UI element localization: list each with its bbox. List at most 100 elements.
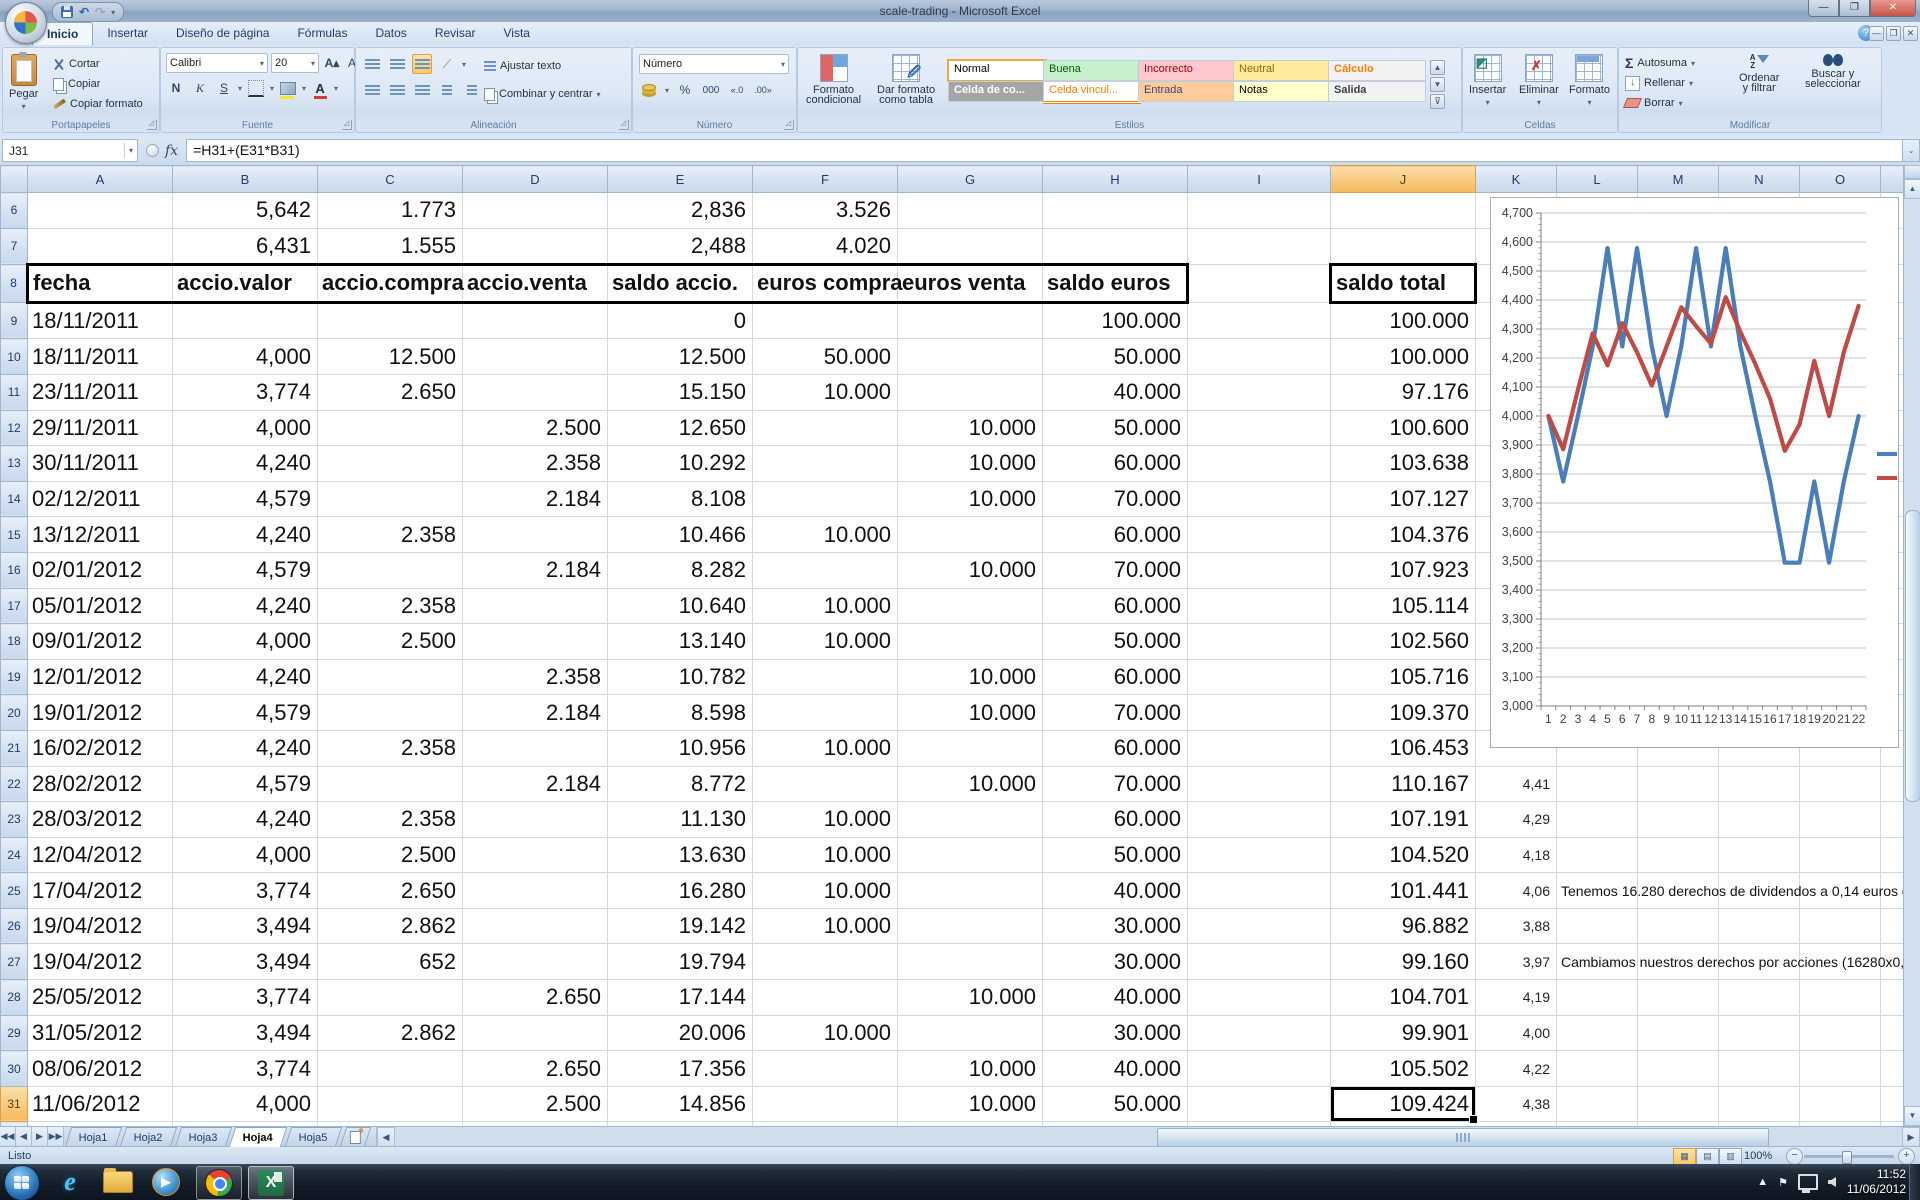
taskbar-explorer-icon[interactable] [96,1166,140,1198]
cell-H30[interactable]: 40.000 [1043,1051,1188,1087]
normal-view-icon[interactable]: ▦ [1673,1148,1696,1165]
cell-I26[interactable] [1188,908,1331,944]
cell-D27[interactable] [463,944,608,980]
format-cells-button[interactable]: Formato▾ [1565,52,1614,109]
tab-diseño-de-pagina[interactable]: Diseño de página [162,22,283,45]
cell-E16[interactable]: 8.282 [608,552,753,588]
cell-F25[interactable]: 10.000 [753,873,898,909]
alineacion-dialog-launcher[interactable]: ◿ [619,120,629,130]
cell-A27[interactable]: 19/04/2012 [28,944,173,980]
cell-C27[interactable]: 652 [318,944,463,980]
close-button[interactable]: ✕ [1870,0,1916,17]
cell-M26[interactable] [1638,908,1719,944]
column-header-J[interactable]: J [1331,166,1476,193]
cell-B7[interactable]: 6,431 [173,228,318,265]
cell-F19[interactable] [753,659,898,695]
font-color-button[interactable]: A [310,78,330,98]
cell-I23[interactable] [1188,802,1331,838]
cell-F11[interactable]: 10.000 [753,374,898,410]
column-header-K[interactable]: K [1476,166,1557,193]
horizontal-scrollbar[interactable]: ◀ ▶ [376,1127,1920,1147]
cell-I22[interactable] [1188,766,1331,802]
cell-G27[interactable] [898,944,1043,980]
cell-E29[interactable]: 20.006 [608,1015,753,1051]
cell-F29[interactable]: 10.000 [753,1015,898,1051]
volume-icon[interactable] [1828,1177,1836,1187]
number-format-select[interactable]: Número▾ [639,54,789,74]
sheet-tab-hoja2[interactable]: Hoja2 [120,1127,177,1147]
tab-vista[interactable]: Vista [490,22,544,45]
cell-B27[interactable]: 3,494 [173,944,318,980]
column-header-I[interactable]: I [1188,166,1331,193]
cell-J27[interactable]: 99.160 [1331,944,1476,980]
cell-style-celda-de-co-[interactable]: Celda de co... [948,81,1046,102]
cell-L23[interactable] [1557,802,1638,838]
cell-M30[interactable] [1638,1051,1719,1087]
cell-F7[interactable]: 4.020 [753,228,898,265]
cell-J9[interactable]: 100.000 [1331,302,1476,339]
undo-icon[interactable]: ↶ [79,4,89,20]
cell-G15[interactable] [898,517,1043,553]
cell-G22[interactable]: 10.000 [898,766,1043,802]
cell-O24[interactable] [1800,837,1881,873]
start-button[interactable] [4,1165,40,1200]
cell-B15[interactable]: 4,240 [173,517,318,553]
cell-G20[interactable]: 10.000 [898,695,1043,731]
cell-N29[interactable] [1719,1015,1800,1051]
cell-D18[interactable] [463,624,608,660]
cell-A16[interactable]: 02/01/2012 [28,552,173,588]
cell-M22[interactable] [1638,766,1719,802]
cell-J10[interactable]: 100.000 [1331,339,1476,375]
cell-G8[interactable]: euros venta [898,265,1043,303]
cell-E11[interactable]: 15.150 [608,374,753,410]
column-header-H[interactable]: H [1043,166,1188,193]
cell-H31[interactable]: 50.000 [1043,1086,1188,1122]
cell-F28[interactable] [753,980,898,1016]
column-header-M[interactable]: M [1638,166,1719,193]
cell-D12[interactable]: 2.500 [463,410,608,446]
sheet-tab-hoja5[interactable]: Hoja5 [285,1127,342,1147]
bold-button[interactable]: N [166,78,186,98]
tab-revisar[interactable]: Revisar [421,22,490,45]
format-as-table-button[interactable]: 🖉 Dar formato como tabla [873,52,939,108]
cell-K26[interactable]: 3,88 [1476,908,1557,944]
cell-H15[interactable]: 60.000 [1043,517,1188,553]
cell-M29[interactable] [1638,1015,1719,1051]
fill-button[interactable]: ↓Rellenar▾ [1625,73,1695,93]
cell-C14[interactable] [318,481,463,517]
cell-C7[interactable]: 1.555 [318,228,463,265]
cell-J13[interactable]: 103.638 [1331,446,1476,482]
cell-K25[interactable]: 4,06 [1476,873,1557,909]
cell-F30[interactable] [753,1051,898,1087]
cell-F13[interactable] [753,446,898,482]
cell-F12[interactable] [753,410,898,446]
cell-G18[interactable] [898,624,1043,660]
cell-A31[interactable]: 11/06/2012 [28,1086,173,1122]
cell-D30[interactable]: 2.650 [463,1051,608,1087]
copy-button[interactable]: Copiar [53,74,143,94]
cell-K30[interactable]: 4,22 [1476,1051,1557,1087]
cell-I13[interactable] [1188,446,1331,482]
cell-F10[interactable]: 50.000 [753,339,898,375]
cell-C29[interactable]: 2.862 [318,1015,463,1051]
row-header-19[interactable]: 19 [1,659,28,695]
row-header-7[interactable]: 7 [1,228,28,265]
cell-L31[interactable] [1557,1086,1638,1122]
doc-minimize-button[interactable]: — [1869,26,1884,41]
cell-H24[interactable]: 50.000 [1043,837,1188,873]
cell-I20[interactable] [1188,695,1331,731]
doc-restore-button[interactable]: ❐ [1886,26,1901,41]
cell-D26[interactable] [463,908,608,944]
cell-C11[interactable]: 2.650 [318,374,463,410]
increase-decimal-button[interactable]: «.0 [727,80,747,100]
show-desktop-button[interactable] [1909,1164,1920,1200]
cell-H25[interactable]: 40.000 [1043,873,1188,909]
minimize-button[interactable]: — [1808,0,1839,17]
cell-O28[interactable] [1800,980,1881,1016]
cell-J21[interactable]: 106.453 [1331,730,1476,766]
cell-B31[interactable]: 4,000 [173,1086,318,1122]
cell-F8[interactable]: euros compra [753,265,898,303]
save-icon[interactable] [61,6,73,18]
vertical-scrollbar[interactable]: ▲ ▼ [1903,165,1920,1126]
cell-H26[interactable]: 30.000 [1043,908,1188,944]
